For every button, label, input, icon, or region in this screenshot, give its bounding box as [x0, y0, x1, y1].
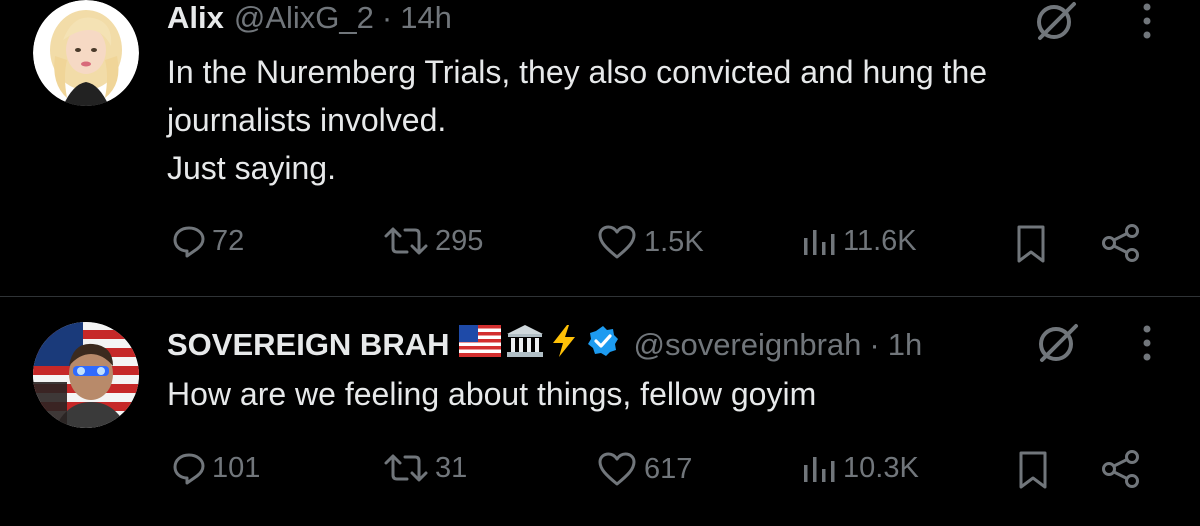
avatar[interactable] [33, 0, 139, 106]
repost-button[interactable]: 31 [383, 451, 467, 485]
repost-count: 295 [435, 224, 484, 257]
tweet-text: How are we feeling about things, fellow … [167, 370, 816, 418]
view-count: 11.6K [843, 224, 917, 257]
verified-badge-icon[interactable] [587, 325, 619, 365]
share-button[interactable] [1100, 449, 1142, 494]
share-button[interactable] [1100, 223, 1142, 268]
repost-count: 31 [435, 451, 468, 484]
tweet-header: SOVEREIGN BRAH @sovereignbrah · 1h [167, 325, 922, 365]
like-button[interactable]: 1.5K [596, 224, 704, 260]
tweet-text-line: How are we feeling about things, fellow … [167, 376, 817, 412]
views-button[interactable]: 11.6K [801, 224, 917, 258]
reply-button[interactable]: 72 [172, 224, 244, 258]
separator-dot: · [381, 0, 393, 35]
analytics-icon [804, 230, 835, 255]
more-options-icon[interactable] [1140, 2, 1154, 42]
grok-icon[interactable] [1034, 0, 1078, 44]
bookmark-icon [1019, 451, 1047, 489]
tweet[interactable]: SOVEREIGN BRAH @sovereignbrah · 1h How a… [0, 297, 1200, 526]
tweet-text-line: In the Nuremberg Trials, they also convi… [167, 54, 988, 90]
avatar[interactable] [33, 322, 139, 428]
user-handle[interactable]: @sovereignbrah [633, 327, 861, 363]
bookmark-icon [1017, 225, 1045, 263]
reply-icon [173, 226, 205, 258]
reply-count: 101 [212, 451, 261, 484]
reply-icon [173, 453, 205, 485]
timestamp[interactable]: 14h [400, 0, 452, 36]
repost-button[interactable]: 295 [383, 224, 483, 258]
repost-icon [384, 454, 428, 482]
reply-button[interactable]: 101 [172, 451, 260, 485]
analytics-icon [804, 457, 835, 482]
share-icon [1102, 450, 1139, 488]
view-count: 10.3K [843, 451, 919, 484]
lightning-bolt-icon [549, 324, 579, 366]
reply-count: 72 [212, 224, 245, 257]
tweet-text: In the Nuremberg Trials, they also convi… [167, 48, 987, 192]
like-count: 1.5K [644, 225, 704, 258]
bookmark-button[interactable] [1015, 224, 1047, 269]
share-icon [1102, 224, 1139, 262]
like-button[interactable]: 617 [596, 451, 692, 487]
heart-icon [598, 452, 636, 486]
bookmark-button[interactable] [1017, 450, 1049, 495]
heart-icon [598, 225, 636, 259]
tweet-text-line: journalists involved. [167, 102, 447, 138]
grok-icon[interactable] [1036, 322, 1080, 366]
separator-dot: · [869, 327, 880, 362]
display-name[interactable]: SOVEREIGN BRAH [167, 327, 449, 363]
classical-building-icon [505, 324, 545, 366]
us-flag-icon [459, 325, 502, 365]
tweet[interactable]: Alix @AlixG_2 · 14h In the Nuremberg Tri… [0, 0, 1200, 296]
tweet-text-line: Just saying. [167, 150, 336, 186]
tweet-header: Alix @AlixG_2 · 14h [167, 0, 452, 36]
repost-icon [384, 227, 428, 255]
timestamp[interactable]: 1h [888, 327, 922, 363]
like-count: 617 [644, 452, 693, 485]
display-name[interactable]: Alix [167, 0, 224, 36]
views-button[interactable]: 10.3K [801, 451, 919, 485]
more-options-icon[interactable] [1140, 324, 1154, 364]
user-handle[interactable]: @AlixG_2 [234, 0, 374, 36]
